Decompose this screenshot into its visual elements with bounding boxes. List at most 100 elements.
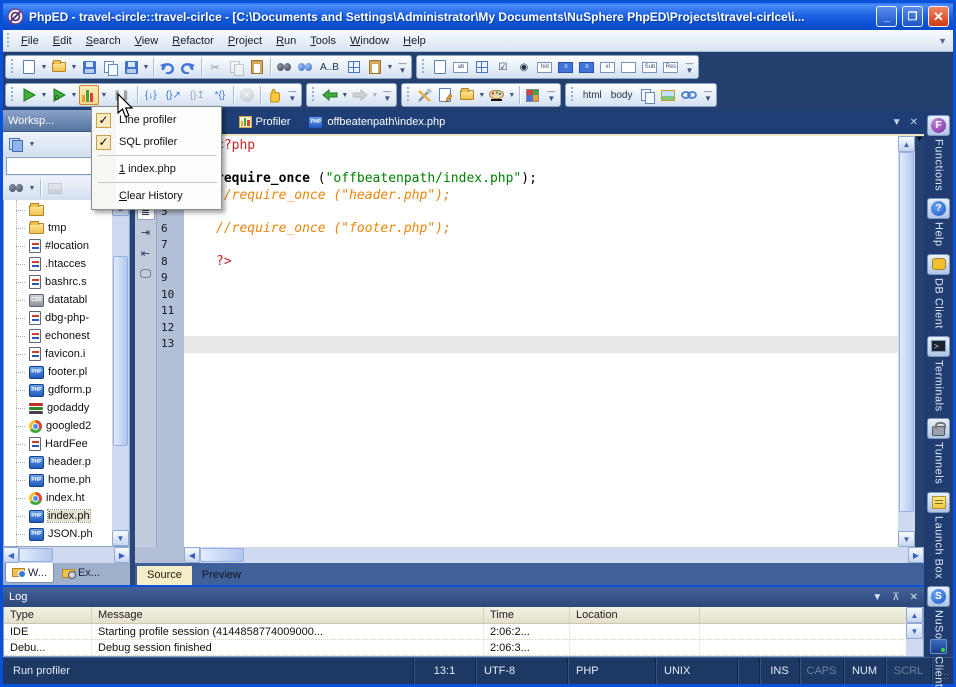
copy-html-button[interactable]: [637, 85, 657, 105]
menu-item-clear-history[interactable]: Clear History: [92, 185, 221, 207]
menu-project[interactable]: Project: [221, 32, 269, 50]
menu-window[interactable]: Window: [343, 32, 396, 50]
log-close-icon[interactable]: ✕: [910, 592, 918, 603]
run-dropdown[interactable]: ▼: [40, 92, 48, 99]
editor-split-handle[interactable]: ▼: [915, 136, 924, 547]
tree-item[interactable]: HardFee: [4, 435, 112, 453]
scroll-thumb[interactable]: [113, 256, 128, 446]
highlight-color-dropdown[interactable]: ▼: [508, 92, 516, 99]
workspace-new-button[interactable]: [6, 134, 26, 154]
publish-dropdown[interactable]: ▼: [478, 92, 486, 99]
insert-reset-button[interactable]: Res: [661, 57, 681, 77]
log-col-location[interactable]: Location: [570, 607, 700, 623]
editor-horizontal-scrollbar[interactable]: ◀ ▶: [135, 547, 924, 563]
tree-item[interactable]: PHPfooter.pl: [4, 363, 112, 381]
toolbar-overflow[interactable]: —▼: [397, 60, 408, 74]
insert-textarea-button[interactable]: xI: [598, 57, 618, 77]
tab-preview[interactable]: Preview: [192, 566, 251, 585]
menu-item-recent-index-php[interactable]: 1 index.php: [92, 158, 221, 180]
outdent-icon[interactable]: ⇤: [137, 244, 155, 262]
tree-item[interactable]: dbg-php-: [4, 309, 112, 327]
profiler-dropdown[interactable]: ▼: [100, 92, 108, 99]
scroll-right-icon[interactable]: ▶: [114, 547, 130, 563]
toolbar-overflow[interactable]: —▼: [382, 88, 393, 102]
menu-search[interactable]: Search: [79, 32, 128, 50]
log-scrollbar[interactable]: ▲ ▼: [906, 607, 923, 656]
scroll-thumb[interactable]: [200, 548, 244, 562]
log-row[interactable]: IDE Starting profile session (4144858774…: [4, 624, 906, 640]
indent-icon[interactable]: ⇥: [137, 223, 155, 241]
save-as-dropdown[interactable]: ▼: [142, 64, 150, 71]
scroll-up-icon[interactable]: ▲: [898, 136, 915, 152]
color-picker-button[interactable]: [523, 85, 543, 105]
scroll-down-icon[interactable]: ▼: [906, 623, 923, 639]
dock-tab-help[interactable]: ? Help: [927, 198, 950, 247]
menu-refactor[interactable]: Refactor: [165, 32, 221, 50]
insert-link-button[interactable]: [679, 85, 699, 105]
tree-item[interactable]: godaddy: [4, 399, 112, 417]
highlight-color-button[interactable]: [487, 85, 507, 105]
run-button[interactable]: [19, 85, 39, 105]
find-button[interactable]: [274, 57, 294, 77]
tab-profiler[interactable]: Profiler: [231, 113, 299, 131]
menu-item-line-profiler[interactable]: ✓ Line profiler: [92, 109, 221, 131]
scroll-down-icon[interactable]: ▼: [112, 530, 129, 546]
menu-file[interactable]: File: [14, 32, 46, 50]
close-button[interactable]: ✕: [928, 6, 949, 27]
save-as-button[interactable]: [121, 57, 141, 77]
tree-item[interactable]: googled2: [4, 417, 112, 435]
settings-button[interactable]: [415, 85, 435, 105]
replace-button[interactable]: A..B: [316, 57, 343, 77]
tree-item[interactable]: PHPlocations: [4, 543, 112, 547]
clipboard-dropdown[interactable]: ▼: [386, 64, 394, 71]
log-menu-icon[interactable]: ▼: [872, 592, 882, 603]
clipboard-button[interactable]: [365, 57, 385, 77]
tree-horizontal-scrollbar[interactable]: ◀ ▶: [3, 547, 130, 563]
scroll-down-icon[interactable]: ▼: [898, 531, 915, 547]
monitor-icon[interactable]: 🖵: [137, 265, 155, 283]
run-debug-button[interactable]: D: [49, 85, 69, 105]
tree-item[interactable]: PHPJSON.ph: [4, 525, 112, 543]
menu-item-sql-profiler[interactable]: ✓ SQL profiler: [92, 131, 221, 153]
insert-textfield-button[interactable]: ab: [451, 57, 471, 77]
dock-tab-launch-box[interactable]: Launch Box: [927, 492, 950, 579]
tree-item[interactable]: favicon.i: [4, 345, 112, 363]
insert-radio-button[interactable]: ◉: [514, 57, 534, 77]
tab-workspace[interactable]: W...: [5, 563, 54, 583]
scroll-thumb[interactable]: [899, 152, 914, 512]
step-into-button[interactable]: {↓}: [141, 85, 161, 105]
open-file-dropdown[interactable]: ▼: [70, 64, 78, 71]
new-file-dropdown[interactable]: ▼: [40, 64, 48, 71]
code-editor[interactable]: <?php require_once ("offbeatenpath/index…: [184, 136, 898, 547]
html-tag-button[interactable]: html: [579, 85, 606, 105]
workspace-find-button[interactable]: [6, 178, 26, 198]
tree-item[interactable]: #location: [4, 237, 112, 255]
scroll-right-icon[interactable]: ▶: [908, 547, 924, 563]
publish-button[interactable]: [457, 85, 477, 105]
open-file-button[interactable]: [49, 57, 69, 77]
tab-index-php[interactable]: PHP offbeatenpath\index.php: [300, 113, 453, 132]
scroll-left-icon[interactable]: ◀: [3, 547, 19, 563]
tree-item[interactable]: PHPhome.ph: [4, 471, 112, 489]
scroll-thumb[interactable]: [19, 548, 53, 562]
redo-button[interactable]: [178, 57, 198, 77]
dock-tab-tunnels[interactable]: Tunnels: [927, 418, 950, 484]
workspace-new-dropdown[interactable]: ▼: [28, 141, 36, 148]
dock-tab-db-client[interactable]: DB Client: [927, 254, 950, 329]
undo-button[interactable]: [157, 57, 177, 77]
body-tag-button[interactable]: body: [607, 85, 637, 105]
tab-source[interactable]: Source: [137, 566, 192, 585]
tree-item[interactable]: echonest: [4, 327, 112, 345]
scroll-left-icon[interactable]: ◀: [184, 547, 200, 563]
menu-help[interactable]: Help: [396, 32, 433, 50]
tree-item[interactable]: PHPheader.p: [4, 453, 112, 471]
menu-run[interactable]: Run: [269, 32, 303, 50]
insert-checkbox-button[interactable]: ☑: [493, 57, 513, 77]
minimize-button[interactable]: _: [876, 6, 897, 27]
find-in-files-button[interactable]: [295, 57, 315, 77]
dock-tab-terminals[interactable]: > Terminals: [927, 336, 950, 412]
insert-combo-button[interactable]: ≡: [577, 57, 597, 77]
menu-view[interactable]: View: [128, 32, 166, 50]
menu-edit[interactable]: Edit: [46, 32, 79, 50]
run-debug-dropdown[interactable]: ▼: [70, 92, 78, 99]
